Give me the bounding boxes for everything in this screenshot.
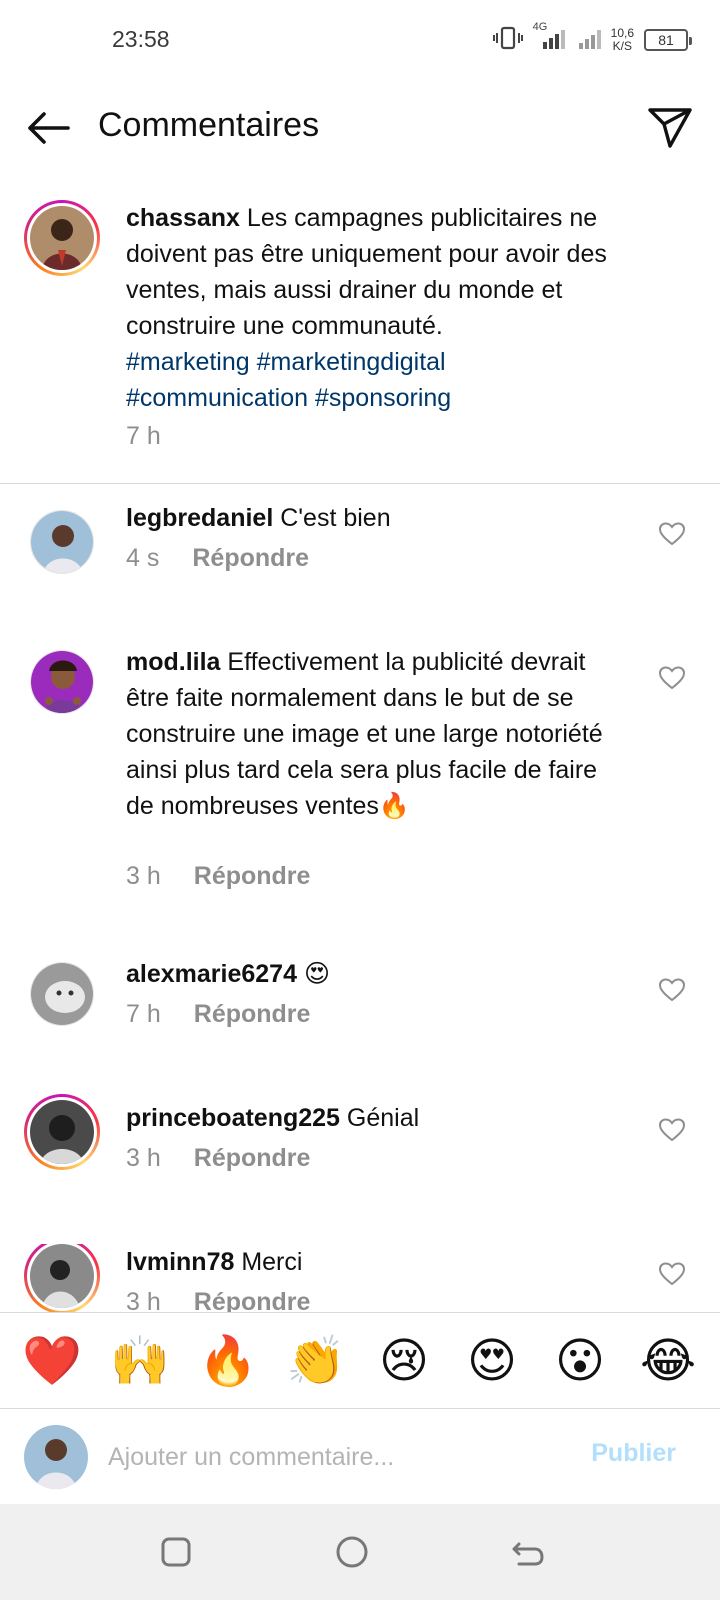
paper-plane-icon	[648, 108, 692, 148]
emoji-surprised-button[interactable]: 😮	[545, 1333, 615, 1389]
comment-timestamp: 7 h	[126, 1000, 161, 1028]
caption-username[interactable]: chassanx	[126, 204, 240, 232]
hashtag[interactable]: #marketingdigital	[257, 348, 446, 376]
header: Commentaires	[0, 80, 720, 176]
emoji-clap-button[interactable]: 👏	[281, 1333, 351, 1389]
like-button[interactable]	[654, 660, 690, 696]
signal-4g-icon: 4G	[533, 21, 567, 56]
avatar	[30, 1244, 94, 1308]
comment-meta: 3 h Répondre	[126, 1288, 310, 1312]
heart-icon	[659, 978, 685, 1002]
comment-text-block: legbredaniel C'est bien	[126, 500, 626, 536]
avatar	[31, 511, 93, 573]
comment-timestamp: 3 h	[126, 862, 161, 890]
reply-button[interactable]: Répondre	[192, 544, 309, 573]
circle-icon	[336, 1536, 368, 1568]
vibrate-icon	[492, 26, 523, 55]
comment-text: 😍	[303, 960, 330, 988]
system-nav-bar	[0, 1504, 720, 1600]
comment-text-block: mod.lila Effectivement la publicité devr…	[126, 644, 626, 824]
comment-username[interactable]: lvminn78	[126, 1248, 234, 1276]
back-nav-button[interactable]	[508, 1532, 548, 1572]
emoji-heart-button[interactable]: ❤️	[17, 1333, 87, 1389]
comment-avatar[interactable]	[24, 956, 100, 1032]
recents-button[interactable]	[156, 1532, 196, 1572]
emoji-raising-hands-button[interactable]: 🙌	[105, 1333, 175, 1389]
back-icon	[512, 1542, 544, 1566]
comment-timestamp: 3 h	[126, 1144, 161, 1172]
comment-meta: 7 h Répondre	[126, 1000, 310, 1029]
caption-text-block: chassanx Les campagnes publicitaires ne …	[126, 200, 626, 416]
comment-username[interactable]: mod.lila	[126, 648, 220, 676]
comment-timestamp: 3 h	[126, 1288, 161, 1312]
like-button[interactable]	[654, 972, 690, 1008]
reply-button[interactable]: Répondre	[194, 1000, 311, 1029]
comment-text-block: alexmarie6274 😍	[126, 956, 626, 992]
comment-avatar[interactable]	[24, 644, 100, 720]
comment-username[interactable]: princeboateng225	[126, 1104, 340, 1132]
comment-meta: 3 h Répondre	[126, 1144, 310, 1173]
page-title: Commentaires	[98, 106, 320, 144]
comment-timestamp: 4 s	[126, 544, 160, 572]
avatar	[30, 206, 94, 270]
divider	[0, 483, 720, 484]
hashtag[interactable]: #communication	[126, 384, 308, 412]
hashtag[interactable]: #marketing	[126, 348, 250, 376]
comment-text: C'est bien	[280, 504, 391, 532]
share-button[interactable]	[642, 102, 698, 154]
status-time: 23:58	[112, 26, 170, 52]
caption-timestamp: 7 h	[126, 422, 161, 450]
comment-username[interactable]: legbredaniel	[126, 504, 273, 532]
heart-icon	[659, 522, 685, 546]
status-icons: 4G 10,6 K/S 81	[492, 21, 692, 56]
arrow-left-icon	[28, 112, 70, 144]
comment-avatar[interactable]	[24, 1094, 100, 1170]
back-button[interactable]	[20, 102, 76, 154]
comment-text: Merci	[241, 1248, 303, 1276]
status-bar: 23:58 4G 10,6 K/S 81	[0, 0, 720, 80]
comment-text-block: lvminn78 Merci	[126, 1244, 626, 1280]
comment-meta: 4 s Répondre	[126, 544, 309, 573]
reply-button[interactable]: Répondre	[194, 1288, 311, 1312]
like-button[interactable]	[654, 1256, 690, 1292]
comment-composer: Publier	[0, 1408, 720, 1504]
avatar	[30, 1100, 94, 1164]
avatar	[31, 963, 93, 1025]
heart-icon	[659, 666, 685, 690]
like-button[interactable]	[654, 516, 690, 552]
comment-username[interactable]: alexmarie6274	[126, 960, 297, 988]
comment-avatar[interactable]	[24, 504, 100, 580]
like-button[interactable]	[654, 1112, 690, 1148]
reply-button[interactable]: Répondre	[194, 862, 311, 891]
network-speed: 10,6 K/S	[610, 26, 634, 53]
hashtag[interactable]: #sponsoring	[315, 384, 451, 412]
comment-avatar[interactable]	[24, 1244, 100, 1312]
caption-avatar[interactable]	[24, 200, 100, 276]
current-user-avatar	[24, 1425, 88, 1489]
avatar	[31, 651, 93, 713]
emoji-laughing-button[interactable]: 😂	[633, 1333, 703, 1389]
comment-input[interactable]	[108, 1433, 548, 1481]
comment-text-block: princeboateng225 Génial	[126, 1100, 626, 1136]
home-button[interactable]	[332, 1532, 372, 1572]
comment-meta: 3 h Répondre	[126, 862, 310, 891]
emoji-crying-button[interactable]: 😢	[369, 1333, 439, 1389]
avatar	[24, 1425, 88, 1489]
emoji-quick-bar: ❤️ 🙌 🔥 👏 😢 😍 😮 😂	[0, 1312, 720, 1408]
heart-icon	[659, 1118, 685, 1142]
comment-text: Génial	[346, 1104, 420, 1132]
battery-icon: 81	[644, 29, 692, 51]
heart-icon	[659, 1262, 685, 1286]
emoji-heart-eyes-button[interactable]: 😍	[457, 1333, 527, 1389]
comment-item: lvminn78 Merci 3 h Répondre	[0, 1244, 720, 1312]
reply-button[interactable]: Répondre	[194, 1144, 311, 1173]
publish-button[interactable]: Publier	[591, 1439, 676, 1468]
emoji-fire-button[interactable]: 🔥	[193, 1333, 263, 1389]
square-icon	[161, 1537, 191, 1567]
signal-icon	[577, 25, 601, 56]
